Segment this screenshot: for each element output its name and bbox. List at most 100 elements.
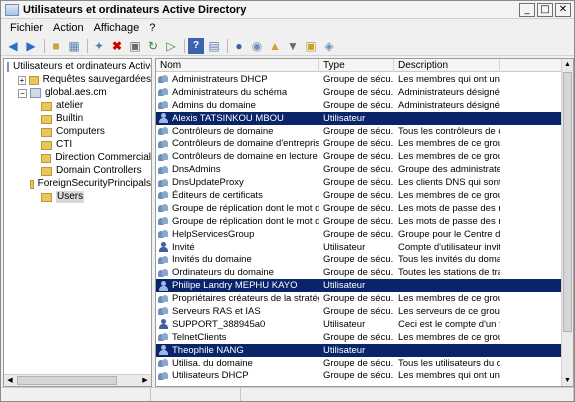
scroll-up-icon[interactable]: ▲ [562,59,573,70]
expand-icon[interactable]: + [18,75,26,85]
table-row[interactable]: HelpServicesGroup Groupe de sécu... Groupe… [156,228,562,241]
table-row[interactable]: Admins du domaine Groupe de sécu... Admini… [156,99,562,112]
table-row[interactable]: Utilisateurs DHCP Groupe de sécu... Les me… [156,369,562,382]
show-tree-icon[interactable]: ▦ [66,38,82,54]
properties-icon[interactable]: ✦ [91,38,107,54]
group-icon [158,332,169,342]
scroll-right-icon[interactable]: ▶ [139,375,151,386]
table-row[interactable]: Serveurs RAS et IAS Groupe de sécu... Les … [156,305,562,318]
group-icon [158,178,169,188]
type-cell: Utilisateur [323,112,366,124]
tree-item[interactable]: Computers [4,126,151,138]
scroll-thumb[interactable] [17,376,117,385]
table-row[interactable]: Groupe de réplication dont le mot de ...… [156,202,562,215]
scroll-down-icon[interactable]: ▼ [562,375,573,386]
name-cell: Alexis TATSINKOU MBOU [156,113,319,124]
table-row[interactable]: SUPPORT_388945a0 Utilisateur Ceci est le c… [156,318,562,331]
table-row[interactable]: Contrôleurs de domaine d'entreprise ... G… [156,137,562,150]
filter-icon[interactable]: ▼ [285,38,301,54]
name-cell: Utilisa. du domaine [156,358,319,369]
row-name: SUPPORT_388945a0 [172,318,266,330]
table-row[interactable]: Administrateurs du schéma Groupe de sécu.… [156,86,562,99]
help-icon[interactable]: ? [188,37,204,54]
tree-item[interactable]: − global.aes.cm [4,87,151,99]
type-cell: Utilisateur [323,344,366,356]
ou-icon[interactable]: ▲ [267,38,283,54]
scroll-left-icon[interactable]: ◀ [4,375,16,386]
user-icon [158,242,169,253]
table-row[interactable]: TelnetClients Groupe de sécu... Les membre… [156,331,562,344]
description-cell: Administrateurs désignés ... [398,86,500,98]
table-row[interactable]: Philipe Landry MEPHU KAYO Utilisateur [156,279,562,293]
name-cell: Contrôleurs de domaine d'entreprise ... [156,138,319,149]
menu-action[interactable]: Action [48,22,89,34]
table-row[interactable]: Invité Utilisateur Compte d'utilisateur in… [156,241,562,254]
collapse-icon[interactable]: − [18,88,27,98]
tree-item[interactable]: Builtin [4,113,151,125]
table-row[interactable]: Contrôleurs de domaine Groupe de sécu... T… [156,125,562,138]
tree-item[interactable]: Users [4,191,151,203]
group-icon [158,216,169,226]
tree-item[interactable]: CTI [4,139,151,151]
users-icon[interactable]: ● [231,38,247,54]
up-folder-icon[interactable]: ■ [48,38,64,54]
table-row[interactable]: Ordinateurs du domaine Groupe de sécu... T… [156,266,562,279]
delete-icon[interactable]: ✖ [109,38,125,54]
console-tree[interactable]: Utilisateurs et ordinateurs Active Di + Re… [3,58,152,387]
type-cell: Groupe de sécu... [323,331,394,343]
tree-item-label: Direction Commercial [55,152,151,163]
tree-item[interactable]: atelier [4,100,151,112]
group-icon[interactable]: ◉ [249,38,265,54]
close-button[interactable]: ✕ [555,2,571,17]
column-header-description[interactable]: Description [394,59,500,72]
scroll-thumb[interactable] [563,72,572,332]
tree-item[interactable]: + Requêtes sauvegardées [4,74,151,86]
table-row[interactable]: Theophile NANG Utilisateur [156,343,562,357]
vertical-scrollbar[interactable]: ▲ ▼ [561,59,573,386]
menu-fichier[interactable]: Fichier [5,22,48,34]
app-window: Utilisateurs et ordinateurs Active Direc… [0,0,575,402]
table-row[interactable]: Alexis TATSINKOU MBOU Utilisateur [156,111,562,125]
toolbar-divider [227,38,228,53]
add-group-icon[interactable]: ◈ [321,38,337,54]
find-icon[interactable]: ▣ [303,38,319,54]
folder-icon [41,101,52,111]
tree-item[interactable]: Direction Commercial [4,152,151,164]
tree-item[interactable]: Utilisateurs et ordinateurs Active Di [4,61,151,73]
maximize-button[interactable]: □ [537,2,553,17]
row-name: Utilisa. du domaine [172,357,253,369]
table-row[interactable]: Groupe de réplication dont le mot de ...… [156,215,562,228]
type-cell: Groupe de sécu... [323,293,394,305]
name-cell: Ordinateurs du domaine [156,267,319,278]
console-icon[interactable]: ▤ [206,38,222,54]
tree-item[interactable]: ForeignSecurityPrincipals [4,178,151,190]
table-row[interactable]: DnsUpdateProxy Groupe de sécu... Les clien… [156,176,562,189]
tree-item[interactable]: Domain Controllers [4,165,151,177]
type-cell: Groupe de sécu... [323,357,394,369]
table-row[interactable]: Invités du domaine Groupe de sécu... Tous … [156,253,562,266]
details-list[interactable]: Nom Type Description Administrateurs DHC… [155,58,574,387]
cut-icon[interactable]: ▣ [127,38,143,54]
table-row[interactable]: Contrôleurs de domaine en lecture seule G… [156,150,562,163]
minimize-button[interactable]: _ [519,2,535,17]
menu-help[interactable]: ? [144,22,160,34]
table-row[interactable]: DnsAdmins Groupe de sécu... Groupe des adm… [156,163,562,176]
group-icon [158,255,169,265]
refresh-icon[interactable]: ↻ [145,38,161,54]
folder-icon [41,140,52,150]
column-header-nom[interactable]: Nom [156,59,319,72]
type-cell: Groupe de sécu... [323,177,394,189]
user-icon [158,280,169,291]
column-header-type[interactable]: Type [319,59,394,72]
export-icon[interactable]: ▷ [163,38,179,54]
forward-arrow-icon[interactable]: ▶ [23,38,39,54]
horizontal-scrollbar[interactable]: ◀ ▶ [4,374,151,386]
table-row[interactable]: Utilisa. du domaine Groupe de sécu... Tous… [156,357,562,370]
menu-affichage[interactable]: Affichage [89,22,145,34]
table-row[interactable]: Administrateurs DHCP Groupe de sécu... Les… [156,73,562,86]
back-arrow-icon[interactable]: ◀ [5,38,21,54]
table-row[interactable]: Propriétaires créateurs de la stratégi..… [156,292,562,305]
list-header: Nom Type Description [156,59,573,72]
table-row[interactable]: Éditeurs de certificats Groupe de sécu...… [156,189,562,202]
name-cell: HelpServicesGroup [156,229,319,240]
